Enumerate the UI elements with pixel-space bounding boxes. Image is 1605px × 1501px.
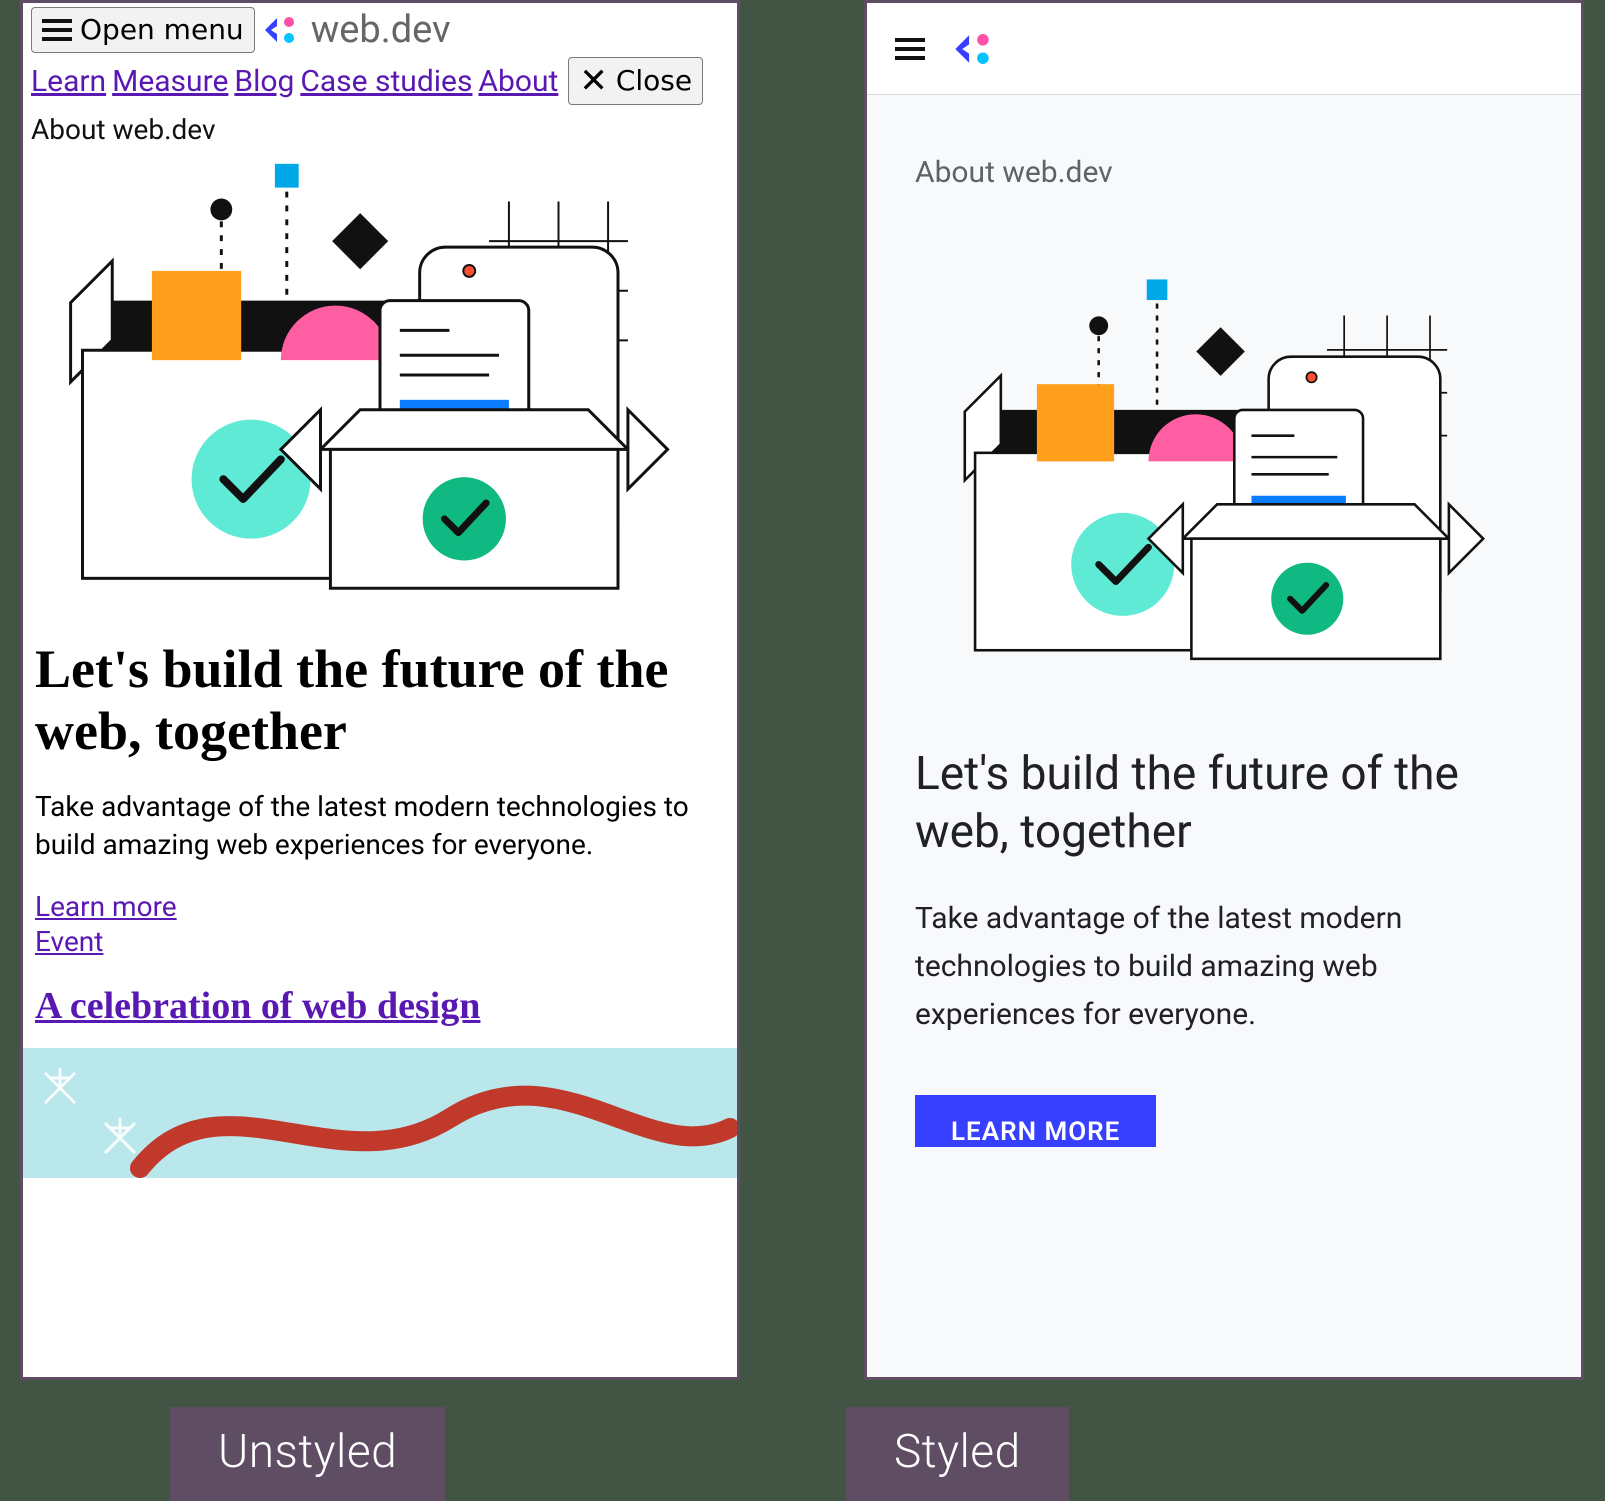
unstyled-p: Take advantage of the latest modern tech… [23,774,737,872]
unstyled-panel: Open menu web.dev Learn Measure Blog Cas… [20,0,740,1380]
event-link[interactable]: Event [35,925,725,958]
learn-more-button[interactable]: LEARN MORE [915,1095,1156,1147]
event-hero-image [23,1048,737,1178]
label-unstyled: Unstyled [170,1407,445,1501]
unstyled-link-list: Learn more Event [23,872,737,958]
label-styled: Styled [846,1407,1069,1501]
nav-blog[interactable]: Blog [234,64,294,99]
close-button[interactable]: ✕ Close [568,57,703,105]
close-icon: ✕ [579,64,608,98]
webdev-logo[interactable] [953,29,999,69]
nav-measure[interactable]: Measure [112,64,228,99]
hamburger-icon [42,14,72,46]
unstyled-h1: Let's build the future of the web, toget… [23,614,737,774]
nav-about[interactable]: About [478,64,558,99]
styled-eyebrow: About web.dev [915,155,1533,190]
open-menu-label: Open menu [80,16,244,44]
learn-more-link[interactable]: Learn more [35,890,725,923]
nav-case-studies[interactable]: Case studies [300,64,472,99]
styled-body: About web.dev [867,95,1581,1151]
hero-illustration-styled [915,230,1533,710]
styled-header [867,3,1581,95]
styled-h1: Let's build the future of the web, toget… [915,746,1533,861]
unstyled-nav: Learn Measure Blog Case studies About ✕ … [23,55,737,109]
brand-name: web.dev [311,8,451,52]
styled-panel: About web.dev [864,0,1584,1380]
celebration-link[interactable]: A celebration of web design [35,985,480,1027]
open-menu-button[interactable]: Open menu [31,7,255,53]
unstyled-eyebrow: About web.dev [23,109,737,150]
webdev-logo [263,13,303,47]
styled-p: Take advantage of the latest modern tech… [915,895,1533,1039]
hero-illustration-unstyled [23,150,737,610]
unstyled-header: Open menu web.dev [23,3,737,55]
hamburger-icon[interactable] [895,33,925,65]
unstyled-h2: A celebration of web design [23,960,737,1038]
close-label: Close [616,67,692,95]
nav-learn[interactable]: Learn [31,64,106,99]
